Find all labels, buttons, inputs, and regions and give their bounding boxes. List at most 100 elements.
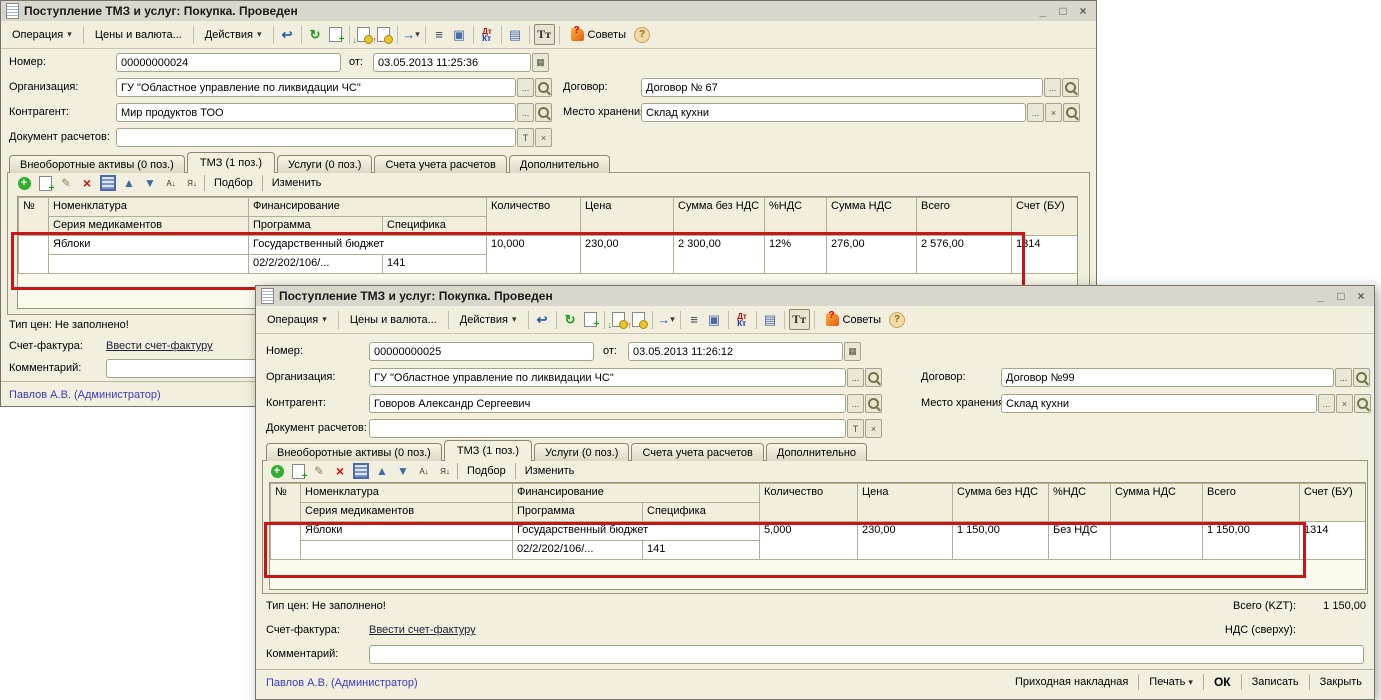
account-cell[interactable]: 1314 xyxy=(1300,522,1366,560)
move-down-button[interactable]: ▼ xyxy=(394,462,412,480)
list-structure-button[interactable]: ≡ xyxy=(685,310,704,329)
title-bar[interactable]: Поступление ТМЗ и услуг: Покупка. Провед… xyxy=(256,286,1374,307)
tab-settlement-accounts[interactable]: Счета учета расчетов xyxy=(374,155,506,173)
total-cell[interactable]: 2 576,00 xyxy=(917,236,1012,274)
unpost-document-button[interactable]: ↑ xyxy=(629,310,648,329)
minimize-button[interactable]: _ xyxy=(1035,4,1051,18)
financing-cell[interactable]: Государственный бюджет xyxy=(249,236,487,255)
clear-button[interactable]: × xyxy=(1045,103,1062,122)
sort-asc-button[interactable]: А↓ xyxy=(415,462,433,480)
delete-row-button[interactable]: × xyxy=(78,174,96,192)
select-button[interactable]: ... xyxy=(847,394,864,413)
close-button[interactable]: × xyxy=(1353,289,1369,303)
tab-tmz[interactable]: ТМЗ (1 поз.) xyxy=(187,152,275,173)
warehouse-field[interactable]: Склад кухни xyxy=(641,103,1026,122)
list-settings-button[interactable]: ▣ xyxy=(705,310,724,329)
journal-button[interactable]: ▤ xyxy=(761,310,780,329)
contract-field[interactable]: Договор № 67 xyxy=(641,78,1043,97)
help-button[interactable]: ? xyxy=(889,312,905,328)
select-button[interactable]: ... xyxy=(1318,394,1335,413)
ok-button[interactable]: ОК xyxy=(1210,673,1235,691)
refresh-button[interactable]: ↻ xyxy=(561,310,580,329)
post-document-button[interactable]: ↓ xyxy=(354,25,373,44)
organization-field[interactable]: ГУ "Областное управление по ликвидации Ч… xyxy=(116,78,516,97)
tab-services[interactable]: Услуги (0 поз.) xyxy=(534,443,629,461)
prices-currency-button[interactable]: Цены и валюта... xyxy=(88,26,189,44)
pick-button[interactable]: Подбор xyxy=(208,177,259,189)
contract-field[interactable]: Договор №99 xyxy=(1001,368,1334,387)
sort-desc-button[interactable]: Я↓ xyxy=(183,174,201,192)
move-up-button[interactable]: ▲ xyxy=(120,174,138,192)
maximize-button[interactable]: □ xyxy=(1055,4,1071,18)
end-edit-button[interactable] xyxy=(99,174,117,192)
vat-sum-cell[interactable] xyxy=(1111,522,1203,560)
select-button[interactable]: ... xyxy=(1335,368,1352,387)
specifics-cell[interactable]: 141 xyxy=(383,255,487,274)
number-field[interactable]: 00000000025 xyxy=(369,342,594,361)
settlement-doc-field[interactable] xyxy=(116,128,516,147)
refresh-button[interactable]: ↻ xyxy=(306,25,325,44)
actions-menu-button[interactable]: Действия▾ xyxy=(198,26,269,44)
nomenclature-cell[interactable]: Яблоки xyxy=(49,236,249,255)
lookup-button[interactable] xyxy=(1063,103,1080,122)
series-cell[interactable] xyxy=(301,541,513,560)
tab-services[interactable]: Услуги (0 поз.) xyxy=(277,155,372,173)
list-structure-button[interactable]: ≡ xyxy=(430,25,449,44)
type-button[interactable]: T xyxy=(517,128,534,147)
lookup-button[interactable] xyxy=(865,368,882,387)
account-cell[interactable]: 1314 xyxy=(1012,236,1078,274)
items-grid[interactable]: № Номенклатура Финансирование Количество… xyxy=(269,482,1366,590)
lookup-button[interactable] xyxy=(1353,368,1370,387)
end-edit-button[interactable] xyxy=(352,462,370,480)
edit-row-button[interactable]: ✎ xyxy=(310,462,328,480)
table-row[interactable]: 1 Яблоки Государственный бюджет 5,000 23… xyxy=(271,522,1366,541)
edit-row-button[interactable]: ✎ xyxy=(57,174,75,192)
print-button[interactable]: Печать ▾ xyxy=(1145,674,1197,690)
journal-button[interactable]: ▤ xyxy=(506,25,525,44)
tab-noncurrent-assets[interactable]: Внеоборотные активы (0 поз.) xyxy=(266,443,442,461)
number-field[interactable]: 00000000024 xyxy=(116,53,341,72)
date-field[interactable]: 03.05.2013 11:25:36 xyxy=(373,53,531,72)
enter-invoice-link[interactable]: Ввести счет-фактуру xyxy=(369,624,476,636)
tab-settlement-accounts[interactable]: Счета учета расчетов xyxy=(631,443,763,461)
sum-no-vat-cell[interactable]: 2 300,00 xyxy=(674,236,765,274)
vat-pct-cell[interactable]: 12% xyxy=(765,236,827,274)
go-to-button[interactable]: →▾ xyxy=(402,25,421,44)
select-button[interactable]: ... xyxy=(1027,103,1044,122)
minimize-button[interactable]: _ xyxy=(1313,289,1329,303)
move-down-button[interactable]: ▼ xyxy=(141,174,159,192)
sort-desc-button[interactable]: Я↓ xyxy=(436,462,454,480)
post-document-button[interactable]: ↓ xyxy=(609,310,628,329)
unpost-document-button[interactable]: ↑ xyxy=(374,25,393,44)
font-settings-button[interactable]: Тт xyxy=(789,309,810,330)
program-cell[interactable]: 02/2/202/106/... xyxy=(513,541,643,560)
lookup-button[interactable] xyxy=(535,103,552,122)
type-button[interactable]: T xyxy=(847,419,864,438)
clear-button[interactable]: × xyxy=(1336,394,1353,413)
program-cell[interactable]: 02/2/202/106/... xyxy=(249,255,383,274)
go-to-button[interactable]: →▾ xyxy=(657,310,676,329)
delete-row-button[interactable]: × xyxy=(331,462,349,480)
dtkt-entries-button[interactable]: ДтКт xyxy=(733,310,752,329)
reread-document-button[interactable]: ↩ xyxy=(278,25,297,44)
tab-tmz[interactable]: ТМЗ (1 поз.) xyxy=(444,440,532,461)
tab-additional[interactable]: Дополнительно xyxy=(766,443,867,461)
clear-button[interactable]: × xyxy=(865,419,882,438)
lookup-button[interactable] xyxy=(1354,394,1371,413)
close-button[interactable]: × xyxy=(1075,4,1091,18)
add-row-button[interactable]: + xyxy=(15,174,33,192)
counterparty-field[interactable]: Мир продуктов ТОО xyxy=(116,103,516,122)
change-button[interactable]: Изменить xyxy=(519,465,581,477)
title-bar[interactable]: Поступление ТМЗ и услуг: Покупка. Провед… xyxy=(1,1,1096,22)
tips-button[interactable]: Советы xyxy=(819,310,888,329)
specifics-cell[interactable]: 141 xyxy=(643,541,760,560)
calendar-button[interactable]: ▦ xyxy=(844,342,861,361)
lookup-button[interactable] xyxy=(1062,78,1079,97)
total-cell[interactable]: 1 150,00 xyxy=(1203,522,1300,560)
lookup-button[interactable] xyxy=(535,78,552,97)
date-field[interactable]: 03.05.2013 11:26:12 xyxy=(628,342,843,361)
incoming-invoice-button[interactable]: Приходная накладная xyxy=(1011,674,1132,690)
nomenclature-cell[interactable]: Яблоки xyxy=(301,522,513,541)
vat-pct-cell[interactable]: Без НДС xyxy=(1049,522,1111,560)
table-row[interactable]: 1 Яблоки Государственный бюджет 10,000 2… xyxy=(19,236,1078,255)
